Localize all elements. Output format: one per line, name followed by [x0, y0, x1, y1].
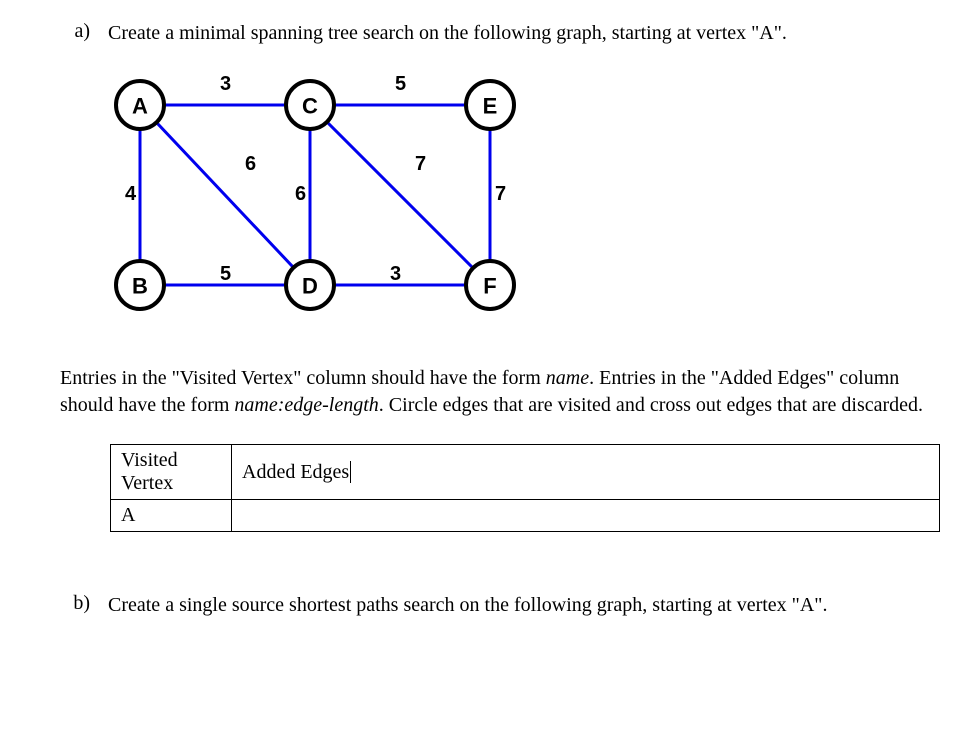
worksheet-table: Visited Vertex Added Edges A — [110, 444, 940, 532]
edge-weight-A-C: 3 — [220, 73, 231, 95]
table-row: A — [111, 500, 940, 532]
vertex-B: B — [116, 261, 164, 309]
table-header-row: Visited Vertex Added Edges — [111, 445, 940, 500]
graph-figure: 3 5 4 6 6 7 7 5 3 A C E B D F — [90, 65, 924, 325]
question-b-label: b) — [40, 592, 108, 619]
vertex-D: D — [286, 261, 334, 309]
instr-seg-1: Entries in the "Visited Vertex" column s… — [60, 367, 546, 389]
col-header-added-edges: Added Edges — [232, 445, 940, 500]
vertex-label-E: E — [483, 94, 498, 119]
question-b: b) Create a single source shortest paths… — [40, 592, 924, 619]
edge-weight-E-F: 7 — [495, 183, 506, 205]
edge-weight-D-F: 3 — [390, 263, 401, 285]
vertex-label-A: A — [132, 94, 148, 119]
text-cursor — [350, 461, 351, 483]
vertex-label-C: C — [302, 94, 318, 119]
instr-seg-3: . Circle edges that are visited and cros… — [379, 394, 923, 416]
edge-C-F — [327, 122, 473, 268]
edge-weight-C-F: 7 — [415, 153, 426, 175]
table-body: A — [111, 500, 940, 532]
instr-seg-name: name — [546, 367, 589, 389]
vertex-C: C — [286, 81, 334, 129]
added-edges-text: Added Edges — [242, 461, 349, 483]
vertex-F: F — [466, 261, 514, 309]
cell-added-edges — [232, 500, 940, 532]
question-a: a) Create a minimal spanning tree search… — [40, 20, 924, 47]
vertex-label-B: B — [132, 274, 148, 299]
vertex-label-F: F — [483, 274, 496, 299]
edge-weight-C-D: 6 — [295, 183, 306, 205]
vertex-A: A — [116, 81, 164, 129]
cell-visited-vertex: A — [111, 500, 232, 532]
edge-weight-C-E: 5 — [395, 73, 406, 95]
instr-seg-format: name:edge-length — [234, 394, 378, 416]
edge-weight-B-D: 5 — [220, 263, 231, 285]
edge-weight-A-D: 6 — [245, 153, 256, 175]
edge-weight-A-B: 4 — [125, 183, 137, 205]
instructions-paragraph: Entries in the "Visited Vertex" column s… — [60, 365, 924, 419]
question-b-text: Create a single source shortest paths se… — [108, 592, 924, 619]
question-a-text: Create a minimal spanning tree search on… — [108, 20, 924, 47]
question-a-label: a) — [40, 20, 108, 47]
graph-svg: 3 5 4 6 6 7 7 5 3 A C E B D F — [90, 65, 540, 325]
edge-A-D — [156, 122, 293, 267]
col-header-visited-vertex: Visited Vertex — [111, 445, 232, 500]
vertex-E: E — [466, 81, 514, 129]
vertex-label-D: D — [302, 274, 318, 299]
